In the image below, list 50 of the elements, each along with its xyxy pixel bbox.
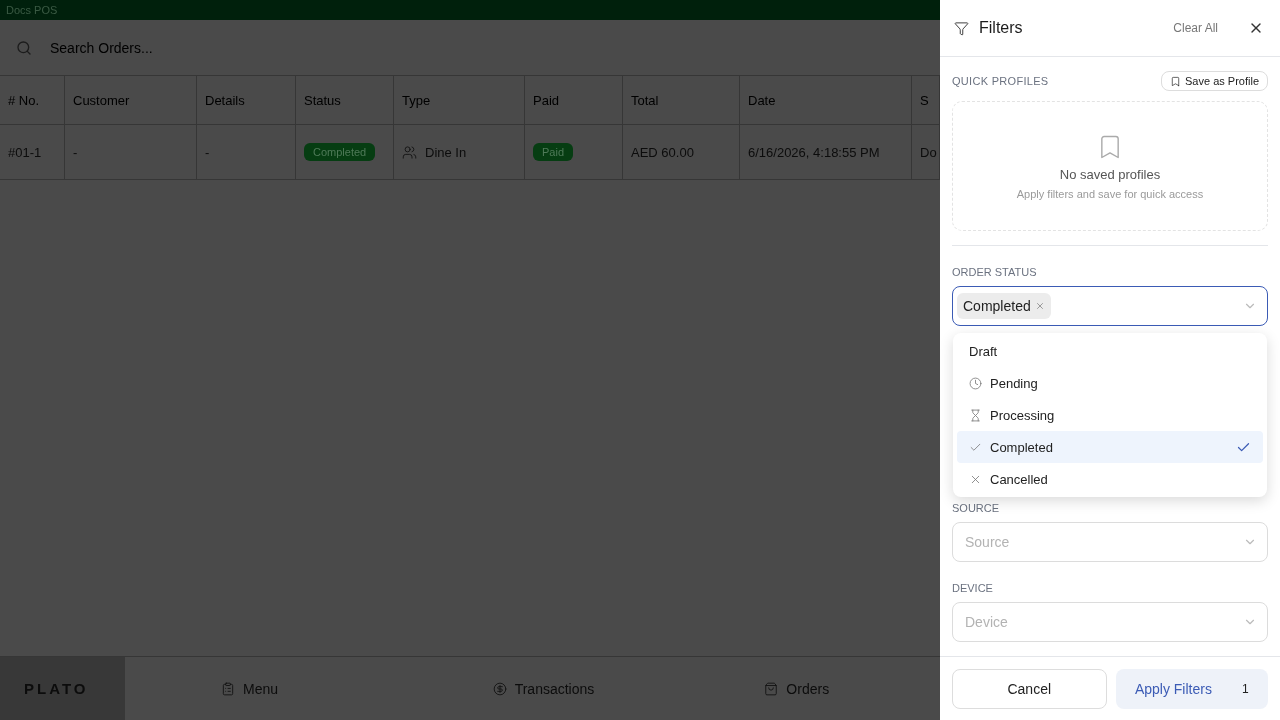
column-header[interactable]: Status	[296, 76, 394, 124]
cancel-button[interactable]: Cancel	[952, 668, 1107, 709]
menu-option[interactable]: Cancelled	[957, 463, 1263, 495]
people-icon	[402, 144, 417, 160]
source-select[interactable]: Source	[952, 522, 1268, 562]
empty-title: No saved profiles	[1059, 166, 1161, 182]
filter-icon	[954, 20, 969, 36]
column-header[interactable]: # No.	[0, 76, 65, 124]
selected-chip: Completed	[957, 293, 1051, 319]
clipboard-icon	[221, 681, 235, 696]
bag-icon	[764, 681, 779, 696]
coin-icon	[492, 681, 507, 696]
clock-icon	[969, 376, 982, 390]
column-header[interactable]: Paid	[525, 76, 623, 124]
table-cell: 6/16/2026, 4:18:55 PM	[740, 125, 912, 179]
column-header[interactable]: Date	[740, 76, 912, 124]
column-header[interactable]: Type	[394, 76, 525, 124]
empty-hint: Apply filters and save for quick access	[1016, 187, 1204, 200]
clear-all-link[interactable]: Clear All	[1167, 20, 1224, 36]
device-select[interactable]: Device	[952, 602, 1268, 642]
field-label: SOURCE	[952, 502, 1001, 514]
search-field[interactable]: Search Orders...	[48, 38, 448, 57]
menu-option[interactable]: Draft	[957, 335, 1263, 367]
column-header[interactable]: Details	[197, 76, 296, 124]
app-title: Docs POS	[6, 4, 58, 16]
status-badge: Paid	[533, 143, 574, 161]
column-header[interactable]: Customer	[65, 76, 197, 124]
nav-item[interactable]: Transactions	[396, 679, 669, 698]
bookmark-icon	[1170, 75, 1181, 87]
table-cell: AED 60.00	[623, 125, 740, 179]
table-cell: -	[65, 125, 197, 179]
column-header[interactable]: Total	[623, 76, 740, 124]
status-badge: Completed	[304, 143, 376, 161]
save-profile-button[interactable]: Save as Profile	[1161, 71, 1268, 91]
search-icon	[16, 39, 32, 56]
table-cell: -	[197, 125, 296, 179]
field-label: ORDER STATUS	[952, 266, 1038, 278]
table-cell: #01-1	[0, 125, 65, 179]
menu-option[interactable]: Pending	[957, 367, 1263, 399]
field-label: DEVICE	[952, 582, 994, 594]
status-select[interactable]: Completed	[952, 286, 1268, 326]
section-label: QUICK PROFILES	[952, 75, 1049, 87]
hourglass-icon	[969, 408, 982, 422]
menu-option[interactable]: Completed	[957, 431, 1263, 463]
nav-item[interactable]: Orders	[668, 679, 940, 698]
apply-filters-button[interactable]: Apply Filters 1	[1115, 668, 1268, 709]
drawer-title: Filters	[979, 19, 1024, 37]
menu-option[interactable]: Processing	[957, 399, 1263, 431]
table-cell: Dine In	[425, 144, 467, 160]
nav-item[interactable]: Menu	[125, 679, 397, 698]
